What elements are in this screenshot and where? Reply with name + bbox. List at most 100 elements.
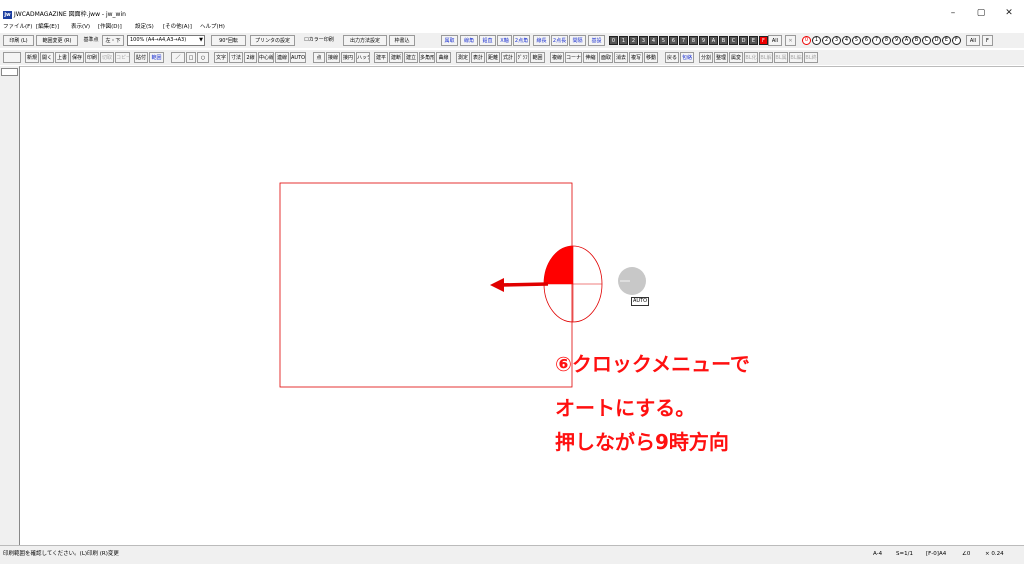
toolbar-button[interactable]: 上書 <box>55 52 69 63</box>
group-number-button[interactable]: F <box>952 36 961 45</box>
rotate-90-button[interactable]: 90°回転 <box>211 35 246 46</box>
menu-file[interactable]: ファイル(F) <box>3 23 32 31</box>
status-layer[interactable]: [F-0]A4 <box>926 550 946 558</box>
printer-settings-button[interactable]: プリンタの設定 <box>250 35 295 46</box>
layer-number-button[interactable]: 0 <box>609 36 618 45</box>
toolbar-button[interactable]: ○ <box>197 52 209 63</box>
status-zoom[interactable]: × 0.24 <box>985 550 1004 558</box>
toolbar-button[interactable]: 中心線 <box>258 52 274 63</box>
toolbar-button[interactable]: 新規 <box>25 52 39 63</box>
toolbar-button[interactable]: 式計 <box>501 52 515 63</box>
tool-senchou[interactable]: 線長 <box>533 35 550 46</box>
toolbar-button[interactable]: 包絡 <box>680 52 694 63</box>
layer-number-button[interactable]: 4 <box>649 36 658 45</box>
range-change-button[interactable]: 範囲変更 (R) <box>36 35 78 46</box>
tool-kankaku[interactable]: 間隔 <box>569 35 586 46</box>
toolbar-button[interactable]: AUTO <box>290 52 306 63</box>
group-number-button[interactable]: D <box>932 36 941 45</box>
toolbar-button[interactable]: 分割 <box>699 52 713 63</box>
f-button[interactable]: F <box>982 35 993 46</box>
toolbar-button[interactable]: 複線 <box>550 52 564 63</box>
drawing-canvas[interactable]: AUTO <box>19 66 1024 545</box>
left-pane-button-1[interactable] <box>1 68 18 76</box>
layer-all-button[interactable]: All <box>768 35 782 46</box>
toolbar-button[interactable]: 連線 <box>275 52 289 63</box>
menu-other[interactable]: [その他(A)] <box>163 23 192 31</box>
toolbar-button[interactable]: 距離 <box>486 52 500 63</box>
group-number-button[interactable]: 1 <box>812 36 821 45</box>
toolbar-button[interactable]: コピー <box>115 52 130 63</box>
toolbar-button[interactable]: 印刷 <box>85 52 99 63</box>
toolbar-button[interactable]: ／ <box>171 52 185 63</box>
layer-number-button[interactable]: 9 <box>699 36 708 45</box>
tool-2tenchou[interactable]: 2点長 <box>551 35 568 46</box>
layer-number-button[interactable]: E <box>749 36 758 45</box>
toolbar-button[interactable]: 移動 <box>644 52 658 63</box>
tool-kisetsu[interactable]: 基設 <box>588 35 605 46</box>
group-number-button[interactable]: 3 <box>832 36 841 45</box>
group-number-button[interactable]: 8 <box>882 36 891 45</box>
status-scale[interactable]: S=1/1 <box>896 550 913 558</box>
toolbar-button[interactable]: 複写 <box>629 52 643 63</box>
tool-enchoku[interactable]: 鉛直 <box>479 35 496 46</box>
group-all-button[interactable]: All <box>966 35 980 46</box>
toolbar-button[interactable]: BL解 <box>759 52 773 63</box>
group-number-button[interactable]: 9 <box>892 36 901 45</box>
toolbar-button[interactable]: BL属 <box>774 52 788 63</box>
group-number-button[interactable]: 2 <box>822 36 831 45</box>
layer-number-button[interactable]: 7 <box>679 36 688 45</box>
toolbar-button[interactable]: 表計 <box>471 52 485 63</box>
toolbar-button[interactable]: 接円 <box>341 52 355 63</box>
toolbar-button[interactable]: □ <box>186 52 196 63</box>
menu-draw[interactable]: [作図(D)] <box>98 23 122 31</box>
maximize-button[interactable]: ▢ <box>966 6 996 20</box>
layer-number-button[interactable]: 5 <box>659 36 668 45</box>
toolbar-button[interactable]: 接線 <box>326 52 340 63</box>
tool-2tenkaku[interactable]: 2点角 <box>513 35 530 46</box>
toolbar-button[interactable]: 貼付 <box>134 52 148 63</box>
toolbar-button[interactable]: 測定 <box>456 52 470 63</box>
group-number-button[interactable]: 6 <box>862 36 871 45</box>
group-number-button[interactable]: 4 <box>842 36 851 45</box>
scale-select[interactable]: 100% (A4→A4,A3→A3) ▼ <box>127 35 205 46</box>
menu-edit[interactable]: [編集(E)] <box>36 23 59 31</box>
toolbar-button[interactable]: 戻る <box>665 52 679 63</box>
tool-senkaku[interactable]: 線角 <box>460 35 478 46</box>
toolbar-button[interactable]: 寸法 <box>229 52 243 63</box>
toolbar-button[interactable]: 文字 <box>214 52 228 63</box>
tool-xaxis[interactable]: X軸 <box>497 35 512 46</box>
minimize-button[interactable]: – <box>938 6 968 20</box>
toolbar-button[interactable]: 整理 <box>714 52 728 63</box>
group-number-button[interactable]: 0 <box>802 36 811 45</box>
toolbar-button[interactable]: 範囲 <box>149 52 164 63</box>
status-angle[interactable]: ∠0 <box>962 550 970 558</box>
toolbar-button[interactable]: 建断 <box>389 52 403 63</box>
layer-number-button[interactable]: 2 <box>629 36 638 45</box>
group-number-button[interactable]: 5 <box>852 36 861 45</box>
menu-help[interactable]: ヘルプ(H) <box>200 23 225 31</box>
print-button[interactable]: 印刷 (L) <box>3 35 34 46</box>
layer-number-button[interactable]: 3 <box>639 36 648 45</box>
group-number-button[interactable]: C <box>922 36 931 45</box>
toolbar-button[interactable]: 範囲 <box>530 52 545 63</box>
layer-number-button[interactable]: B <box>719 36 728 45</box>
toolbar-button[interactable]: 消去 <box>614 52 628 63</box>
toolbar-button[interactable]: BL編 <box>789 52 803 63</box>
toolbar-button[interactable]: 2線 <box>244 52 257 63</box>
toolbar-button[interactable]: 建立 <box>404 52 418 63</box>
toolbar-button[interactable]: 面取 <box>599 52 613 63</box>
group-number-button[interactable]: 7 <box>872 36 881 45</box>
tool-zokutori[interactable]: 属取 <box>441 35 458 46</box>
frame-write-button[interactable]: 枠書込 <box>389 35 415 46</box>
close-button[interactable]: ✕ <box>994 6 1024 20</box>
close-icon[interactable]: ✕ <box>785 35 796 46</box>
status-paper[interactable]: A-4 <box>873 550 882 558</box>
layer-number-button[interactable]: 8 <box>689 36 698 45</box>
toolbar-button[interactable]: 属変 <box>729 52 743 63</box>
layer-number-button[interactable]: D <box>739 36 748 45</box>
layer-number-button[interactable]: 6 <box>669 36 678 45</box>
toolbar-button[interactable]: 切取 <box>100 52 114 63</box>
toolbar-button[interactable]: 伸縮 <box>583 52 598 63</box>
layer-number-button[interactable]: 1 <box>619 36 628 45</box>
menu-view[interactable]: 表示(V) <box>71 23 90 31</box>
